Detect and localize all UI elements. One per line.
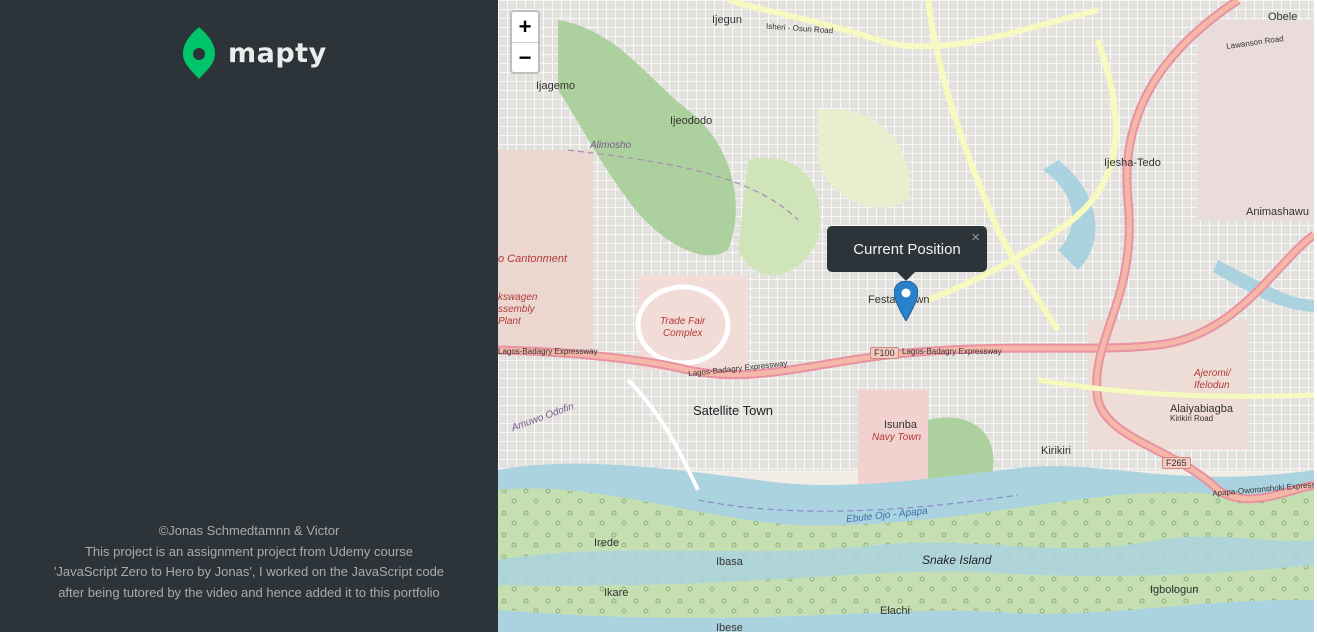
popup-text: Current Position [853, 240, 961, 258]
place-label: Ajeromi/ Ifelodun [1194, 368, 1231, 391]
copyright-line: This project is an assignment project fr… [84, 543, 413, 559]
map-pin-icon [183, 27, 215, 79]
place-label: Satellite Town [693, 403, 773, 418]
map[interactable]: Ijegun Obele Ijagemo Ijeododo Alimosho I… [498, 0, 1314, 632]
place-label: o Cantonment [498, 253, 568, 265]
zoom-out-button[interactable]: − [512, 42, 538, 72]
copyright-line: ©Jonas Schmedtamnn & Victor [158, 523, 340, 538]
location-marker-icon[interactable] [894, 281, 918, 321]
zoom-in-button[interactable]: + [512, 12, 538, 42]
place-label: Ijesha-Tedo [1104, 157, 1161, 169]
sidebar: mapty ©Jonas Schmedtamnn & Victor This p… [0, 0, 498, 632]
copyright: ©Jonas Schmedtamnn & Victor This project… [0, 521, 498, 603]
place-label: Ijagemo [536, 80, 576, 92]
place-label: Ijegun [712, 14, 742, 26]
place-label: Igbologun [1150, 584, 1199, 596]
copyright-line: after being tutored by the video and hen… [58, 584, 440, 600]
zoom-control: + − [510, 10, 540, 74]
place-label: Alimosho [590, 140, 632, 151]
place-label: Trade Fair Complex [660, 316, 706, 339]
place-label: Ibese [716, 622, 743, 632]
copyright-line: 'JavaScript Zero to Hero by Jonas', I wo… [53, 564, 445, 580]
place-label: Animashawu [1246, 206, 1309, 218]
road-label: Lagos-Badagry Expressway [902, 347, 1002, 356]
place-label: Kirikiri [1041, 445, 1071, 457]
place-label: Ibasa [716, 556, 743, 568]
logo: mapty [183, 27, 327, 79]
place-label: Obele [1268, 11, 1298, 23]
place-label: Ikare [604, 587, 629, 599]
logo-text: mapty [228, 37, 327, 69]
place-label: Ijeododo [670, 115, 713, 127]
place-label: kswagen ssembly Plant [498, 292, 538, 327]
close-icon[interactable]: × [971, 229, 980, 246]
place-label: Elachi [880, 605, 910, 617]
place-label: Snake Island [922, 553, 992, 567]
road-label: Lagos-Badagry Expressway [498, 347, 598, 356]
place-label: Isunba [884, 419, 918, 431]
place-label: Irede [594, 537, 620, 549]
current-position-popup: Current Position × [827, 226, 987, 281]
place-label: Navy Town [872, 432, 922, 443]
road-label: Kirikiri Road [1170, 414, 1214, 423]
road-shield: F100 [870, 347, 899, 359]
road-shield: F265 [1162, 457, 1191, 469]
